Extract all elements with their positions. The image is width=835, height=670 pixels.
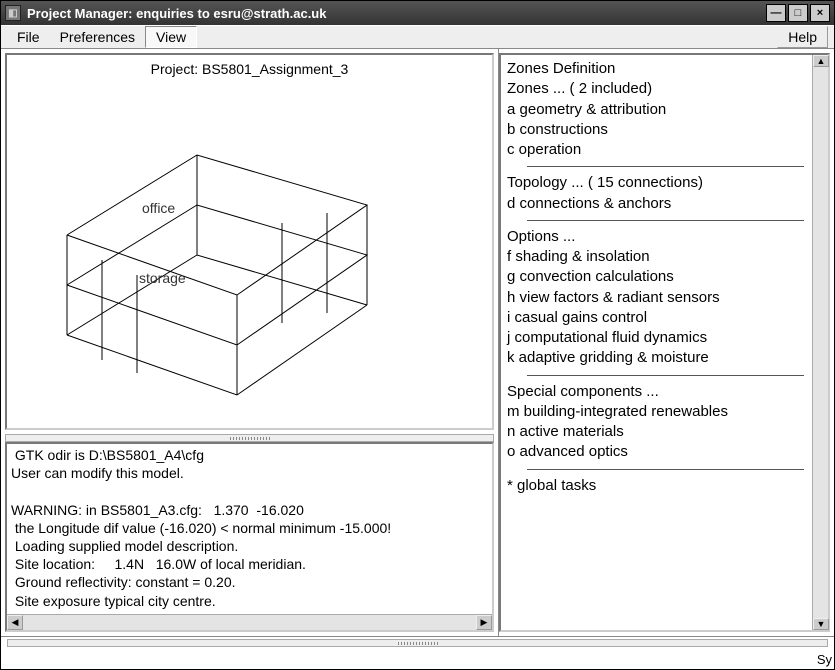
- item-cfd[interactable]: j computational fluid dynamics: [507, 328, 806, 348]
- scroll-track[interactable]: [23, 615, 476, 630]
- scroll-right-button[interactable]: ▶: [476, 615, 492, 630]
- item-connections[interactable]: d connections & anchors: [507, 194, 806, 214]
- menu-help[interactable]: Help: [777, 26, 828, 48]
- item-adaptive-gridding[interactable]: k adaptive gridding & moisture: [507, 348, 806, 368]
- project-title: Project: BS5801_Assignment_3: [7, 55, 492, 77]
- console-panel: GTK odir is D:\BS5801_A4\cfgUser can mod…: [5, 442, 494, 632]
- console-line: GTK odir is D:\BS5801_A4\cfg: [11, 446, 488, 464]
- item-global-tasks[interactable]: * global tasks: [507, 476, 806, 496]
- model-viewport[interactable]: Project: BS5801_Assignment_3: [5, 53, 494, 430]
- console-line: [11, 482, 488, 500]
- app-icon: ◧: [5, 5, 21, 21]
- divider: [527, 220, 804, 221]
- console-line: Loading supplied model description.: [11, 537, 488, 555]
- scroll-down-button[interactable]: ▼: [813, 618, 829, 630]
- scroll-up-button[interactable]: ▲: [813, 55, 829, 67]
- menu-view[interactable]: View: [145, 26, 197, 48]
- status-corner-text: Sy: [817, 652, 832, 667]
- item-advanced-optics[interactable]: o advanced optics: [507, 442, 806, 462]
- item-topology[interactable]: Topology ... ( 15 connections): [507, 173, 806, 193]
- item-zones-count[interactable]: Zones ... ( 2 included): [507, 79, 806, 99]
- minimize-button[interactable]: —: [766, 4, 786, 22]
- console-line: Ground reflectivity: constant = 0.20.: [11, 573, 488, 591]
- item-constructions[interactable]: b constructions: [507, 120, 806, 140]
- close-button[interactable]: ×: [810, 4, 830, 22]
- divider: [527, 469, 804, 470]
- vertical-splitter[interactable]: [5, 434, 494, 442]
- statusbar: Sy: [1, 636, 834, 669]
- zone-label-office: office: [142, 200, 175, 216]
- window-title: Project Manager: enquiries to esru@strat…: [27, 6, 326, 21]
- item-geometry[interactable]: a geometry & attribution: [507, 100, 806, 120]
- item-convection[interactable]: g convection calculations: [507, 267, 806, 287]
- menubar: File Preferences View Help: [1, 25, 834, 49]
- menu-file[interactable]: File: [7, 26, 50, 48]
- side-panel: Zones Definition Zones ... ( 2 included)…: [499, 53, 830, 632]
- item-operation[interactable]: c operation: [507, 140, 806, 160]
- console-line: Site exposure typical city centre.: [11, 592, 488, 610]
- console-line: Site location: 1.4N 16.0W of local merid…: [11, 555, 488, 573]
- heading-options: Options ...: [507, 227, 806, 247]
- left-column: Project: BS5801_Assignment_3: [1, 49, 499, 636]
- horizontal-scrollbar[interactable]: ◀ ▶: [7, 614, 492, 630]
- divider: [527, 166, 804, 167]
- console-line: the Longitude dif value (-16.020) < norm…: [11, 519, 488, 537]
- bottom-splitter[interactable]: [7, 639, 828, 647]
- heading-zones-definition: Zones Definition: [507, 59, 806, 79]
- maximize-button[interactable]: □: [788, 4, 808, 22]
- heading-special: Special components ...: [507, 382, 806, 402]
- scroll-left-button[interactable]: ◀: [7, 615, 23, 630]
- options-list: Zones Definition Zones ... ( 2 included)…: [501, 55, 812, 630]
- main-content: Project: BS5801_Assignment_3: [1, 49, 834, 636]
- console-line: WARNING: in BS5801_A3.cfg: 1.370 -16.020: [11, 501, 488, 519]
- console-line: User can modify this model.: [11, 464, 488, 482]
- window-titlebar: ◧ Project Manager: enquiries to esru@str…: [1, 1, 834, 25]
- item-shading[interactable]: f shading & insolation: [507, 247, 806, 267]
- item-view-factors[interactable]: h view factors & radiant sensors: [507, 288, 806, 308]
- wireframe-drawing: office storage: [47, 115, 397, 415]
- item-casual-gains[interactable]: i casual gains control: [507, 308, 806, 328]
- divider: [527, 375, 804, 376]
- item-active-materials[interactable]: n active materials: [507, 422, 806, 442]
- vertical-scrollbar[interactable]: ▲ ▼: [812, 55, 828, 630]
- right-column: Zones Definition Zones ... ( 2 included)…: [499, 53, 830, 632]
- scroll-track-vertical[interactable]: [813, 67, 828, 618]
- console-output[interactable]: GTK odir is D:\BS5801_A4\cfgUser can mod…: [7, 444, 492, 614]
- zone-label-storage: storage: [139, 270, 186, 286]
- menu-preferences[interactable]: Preferences: [50, 26, 145, 48]
- item-renewables[interactable]: m building-integrated renewables: [507, 402, 806, 422]
